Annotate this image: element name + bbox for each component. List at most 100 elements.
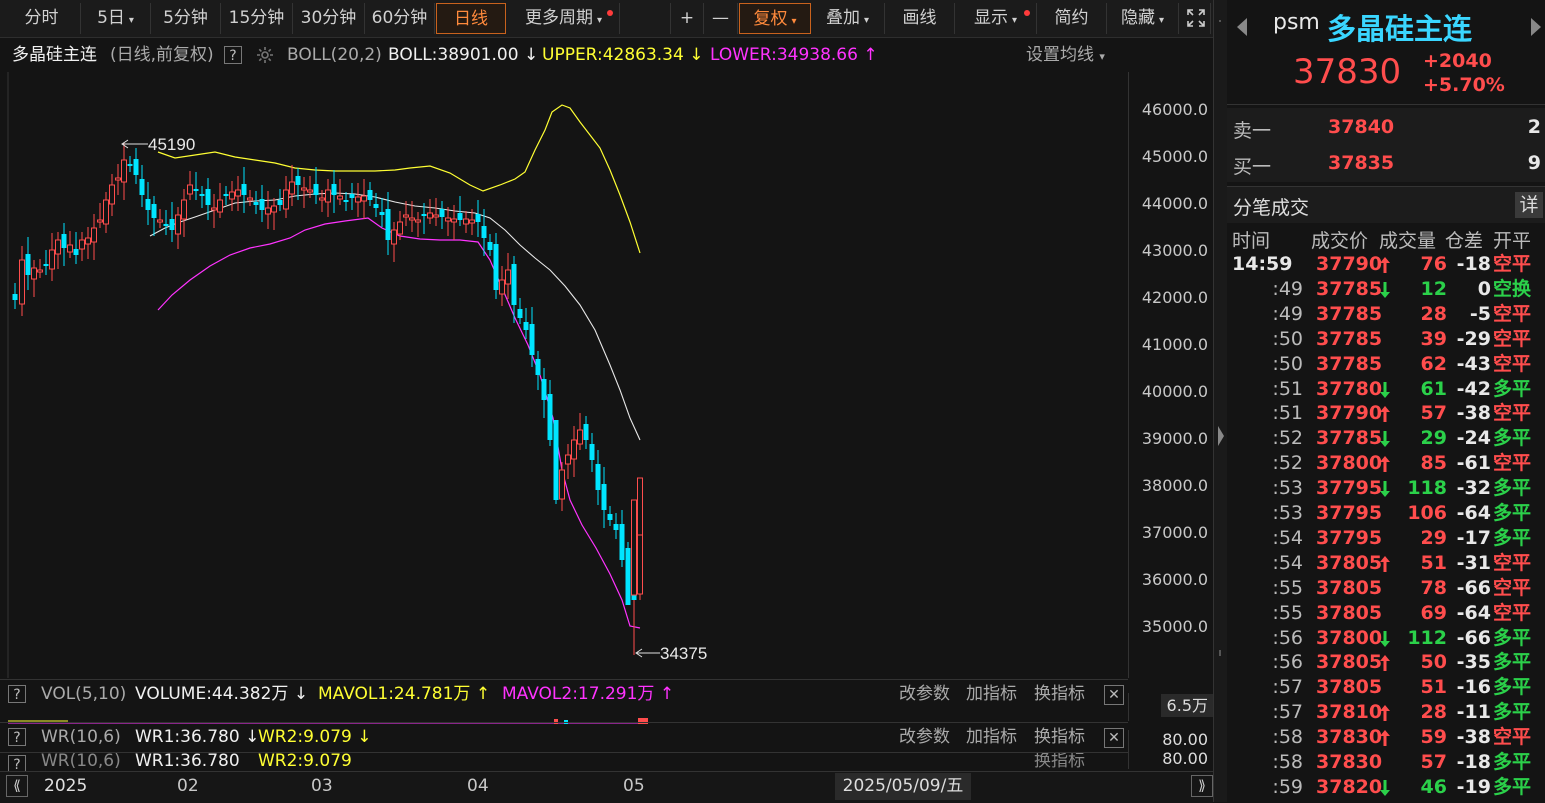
- hide-button[interactable]: 隐藏 ▾: [1107, 3, 1179, 34]
- boll-value: BOLL:38901.00 ↓: [388, 45, 539, 65]
- help-button[interactable]: ?: [8, 755, 26, 772]
- trade-row: :58 37830 59 -38 空平: [1227, 725, 1545, 750]
- add-indicator-button[interactable]: 加指标: [966, 723, 1017, 752]
- tab-daily[interactable]: 日线: [436, 3, 506, 34]
- arrow-down-icon: [1380, 281, 1390, 298]
- trade-oi-diff: -35: [1456, 651, 1491, 674]
- switch-indicator-button[interactable]: 换指标: [1034, 680, 1085, 709]
- triangle-left-icon[interactable]: [1235, 16, 1249, 38]
- candle-body: [577, 429, 583, 445]
- add-indicator-button[interactable]: 加指标: [966, 680, 1017, 709]
- high-price-label: 45190: [148, 135, 195, 154]
- lower-value: LOWER:34938.66 ↑: [710, 45, 878, 65]
- trade-price: 37780: [1316, 377, 1383, 400]
- arrow-down-icon: [1380, 779, 1390, 796]
- candle-body: [55, 239, 61, 255]
- tab-30min[interactable]: 30分钟: [293, 3, 365, 34]
- switch-indicator-button[interactable]: 换指标: [1034, 723, 1085, 752]
- trade-time: :52: [1272, 427, 1303, 450]
- candle-body: [73, 249, 79, 255]
- candlestick-chart[interactable]: 45190 34375: [0, 72, 1128, 678]
- detail-button[interactable]: 详: [1515, 192, 1543, 218]
- trade-volume: 39: [1420, 327, 1447, 350]
- arrow-up-icon: [1380, 705, 1390, 722]
- change-params-button[interactable]: 改参数: [899, 723, 950, 752]
- chevron-down-icon: ▾: [128, 15, 134, 26]
- y-tick: 43000.0: [1141, 241, 1208, 260]
- scroll-left-icon[interactable]: ⟪: [6, 775, 28, 797]
- trade-time: :53: [1272, 502, 1303, 524]
- trade-type: 空平: [1493, 327, 1532, 350]
- candle-body: [115, 177, 121, 181]
- trade-type: 空平: [1493, 352, 1532, 375]
- trade-time: :52: [1272, 452, 1303, 475]
- time-axis: ⟪ 2025 02 03 04 05 2025/05/09/五 ⟫: [0, 771, 1213, 803]
- trade-oi-diff: -32: [1456, 477, 1491, 500]
- wr-axis-2: 80.00: [1128, 749, 1214, 769]
- trade-oi-diff: -66: [1456, 576, 1491, 599]
- candle-body: [265, 207, 271, 215]
- tab-15min[interactable]: 15分钟: [221, 3, 293, 34]
- chevron-down-icon: ▾: [596, 15, 603, 26]
- trade-volume: 76: [1420, 253, 1447, 275]
- overlay-button[interactable]: 叠加 ▾: [811, 3, 885, 34]
- tab-60min[interactable]: 60分钟: [365, 3, 435, 34]
- chart-mode: (日线,前复权): [110, 45, 214, 65]
- trade-time: :51: [1272, 402, 1303, 425]
- candle-body: [307, 189, 313, 193]
- gear-icon[interactable]: [255, 38, 275, 72]
- trade-type: 空平: [1493, 253, 1532, 275]
- trade-type: 多平: [1493, 477, 1532, 500]
- trade-row: :54 37795 29 -17 多平: [1227, 526, 1545, 551]
- help-button[interactable]: ?: [8, 728, 26, 746]
- trade-time: 14:59: [1232, 253, 1293, 275]
- candle-body: [529, 324, 535, 355]
- candle-body: [343, 200, 349, 202]
- zoom-out-button[interactable]: —: [704, 3, 738, 34]
- ask-volume: 2: [1527, 116, 1541, 138]
- price-chart-svg: 45190 34375: [7, 72, 707, 678]
- candle-body: [25, 254, 31, 275]
- draw-line-button[interactable]: 画线: [885, 3, 955, 34]
- candle-body: [79, 239, 85, 250]
- arrow-down-icon: [1380, 431, 1390, 448]
- candle-body: [535, 359, 541, 375]
- trade-type: 空平: [1493, 452, 1532, 475]
- notification-dot: [607, 10, 613, 16]
- ask-price: 37840: [1328, 116, 1395, 138]
- trade-row: :51 37780 61 -42 多平: [1227, 377, 1545, 402]
- wr-panel-header-2: ? WR(10,6) WR1:36.780 WR2:9.079 换指标: [0, 752, 1128, 772]
- candle-body: [157, 219, 163, 223]
- trades-list[interactable]: 14:59 37790 76 -18 空平:49 37785 12 0 空换:49 37785 28…: [1227, 252, 1545, 802]
- trade-row: :49 37785 12 0 空换: [1227, 277, 1545, 302]
- collapse-arrow-icon[interactable]: [1215, 424, 1227, 448]
- trade-volume: 50: [1420, 651, 1447, 674]
- y-tick: 42000.0: [1141, 288, 1208, 307]
- change-params-button[interactable]: 改参数: [899, 680, 950, 709]
- candle-body: [163, 224, 169, 226]
- adjust-rights-button[interactable]: 复权 ▾: [739, 3, 811, 34]
- close-icon[interactable]: ✕: [1104, 684, 1124, 705]
- tab-more-periods[interactable]: 更多周期 ▾: [508, 3, 620, 34]
- trade-price: 37805: [1316, 601, 1383, 624]
- candle-body: [469, 219, 475, 224]
- candle-body: [547, 394, 553, 440]
- zoom-in-button[interactable]: +: [670, 3, 704, 34]
- switch-indicator-button[interactable]: 换指标: [1034, 753, 1085, 772]
- candles-group: [12, 143, 643, 655]
- ma-settings-button[interactable]: 设置均线 ▾: [1026, 38, 1105, 74]
- help-button[interactable]: ?: [8, 685, 26, 703]
- tab-5min[interactable]: 5分钟: [151, 3, 221, 34]
- fullscreen-icon[interactable]: [1181, 3, 1211, 34]
- trade-volume: 28: [1420, 701, 1447, 724]
- candle-body: [12, 294, 18, 300]
- help-button[interactable]: ?: [224, 38, 242, 72]
- scroll-right-icon[interactable]: ⟫: [1191, 775, 1213, 797]
- triangle-right-icon[interactable]: [1529, 16, 1543, 38]
- display-button[interactable]: 显示 ▾: [955, 3, 1037, 34]
- close-icon[interactable]: ✕: [1104, 727, 1124, 748]
- tab-intraday[interactable]: 分时: [3, 3, 81, 34]
- candle-body: [463, 218, 469, 225]
- tab-5day[interactable]: 5日 ▾: [81, 3, 151, 34]
- simple-mode-button[interactable]: 简约: [1037, 3, 1107, 34]
